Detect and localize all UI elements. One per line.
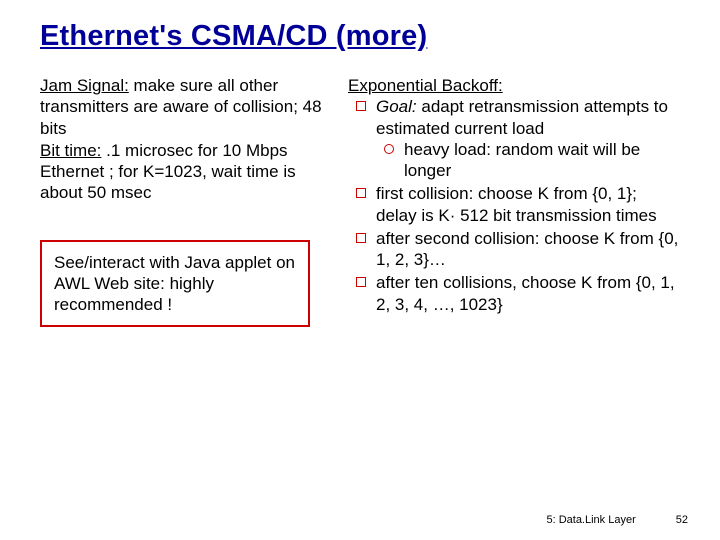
goal-label: Goal:	[376, 97, 417, 116]
applet-callout: See/interact with Java applet on AWL Web…	[40, 240, 310, 328]
footer-section: 5: Data.Link Layer	[546, 514, 635, 526]
left-column: Jam Signal: make sure all other transmit…	[40, 75, 330, 327]
backoff-heading: Exponential Backoff:	[348, 75, 680, 96]
jam-signal-block: Jam Signal: make sure all other transmit…	[40, 75, 330, 139]
slide-title: Ethernet's CSMA/CD (more)	[40, 20, 680, 53]
goal-subbullets: heavy load: random wait will be longer	[376, 139, 680, 182]
content-columns: Jam Signal: make sure all other transmit…	[40, 75, 680, 327]
bullet-second-collision: after second collision: choose K from {0…	[348, 228, 680, 271]
heavy-load-text: heavy load: random wait will be longer	[404, 140, 640, 180]
bullet-first-collision: first collision: choose K from {0, 1}; d…	[348, 183, 680, 226]
circle-bullet-icon	[384, 144, 394, 154]
backoff-heading-text: Exponential Backoff:	[348, 76, 503, 95]
footer-page-number: 52	[676, 514, 688, 526]
bullet-ten-collisions: after ten collisions, choose K from {0, …	[348, 272, 680, 315]
jam-signal-term: Jam Signal:	[40, 76, 129, 95]
square-bullet-icon	[356, 277, 366, 287]
second-collision-text: after second collision: choose K from {0…	[376, 229, 678, 269]
square-bullet-icon	[356, 101, 366, 111]
subbullet-heavy-load: heavy load: random wait will be longer	[376, 139, 680, 182]
bullet-goal: Goal: adapt retransmission attempts to e…	[348, 96, 680, 181]
ten-collisions-text: after ten collisions, choose K from {0, …	[376, 273, 675, 313]
backoff-bullets: Goal: adapt retransmission attempts to e…	[348, 96, 680, 315]
right-column: Exponential Backoff: Goal: adapt retrans…	[348, 75, 680, 327]
square-bullet-icon	[356, 188, 366, 198]
applet-callout-text: See/interact with Java applet on AWL Web…	[54, 253, 295, 315]
bit-time-term: Bit time:	[40, 141, 101, 160]
slide-footer: 5: Data.Link Layer 52	[546, 514, 688, 526]
first-collision-text: first collision: choose K from {0, 1}; d…	[376, 184, 657, 224]
bit-time-block: Bit time: .1 microsec for 10 Mbps Ethern…	[40, 140, 330, 204]
goal-text: adapt retransmission attempts to estimat…	[376, 97, 668, 137]
square-bullet-icon	[356, 233, 366, 243]
